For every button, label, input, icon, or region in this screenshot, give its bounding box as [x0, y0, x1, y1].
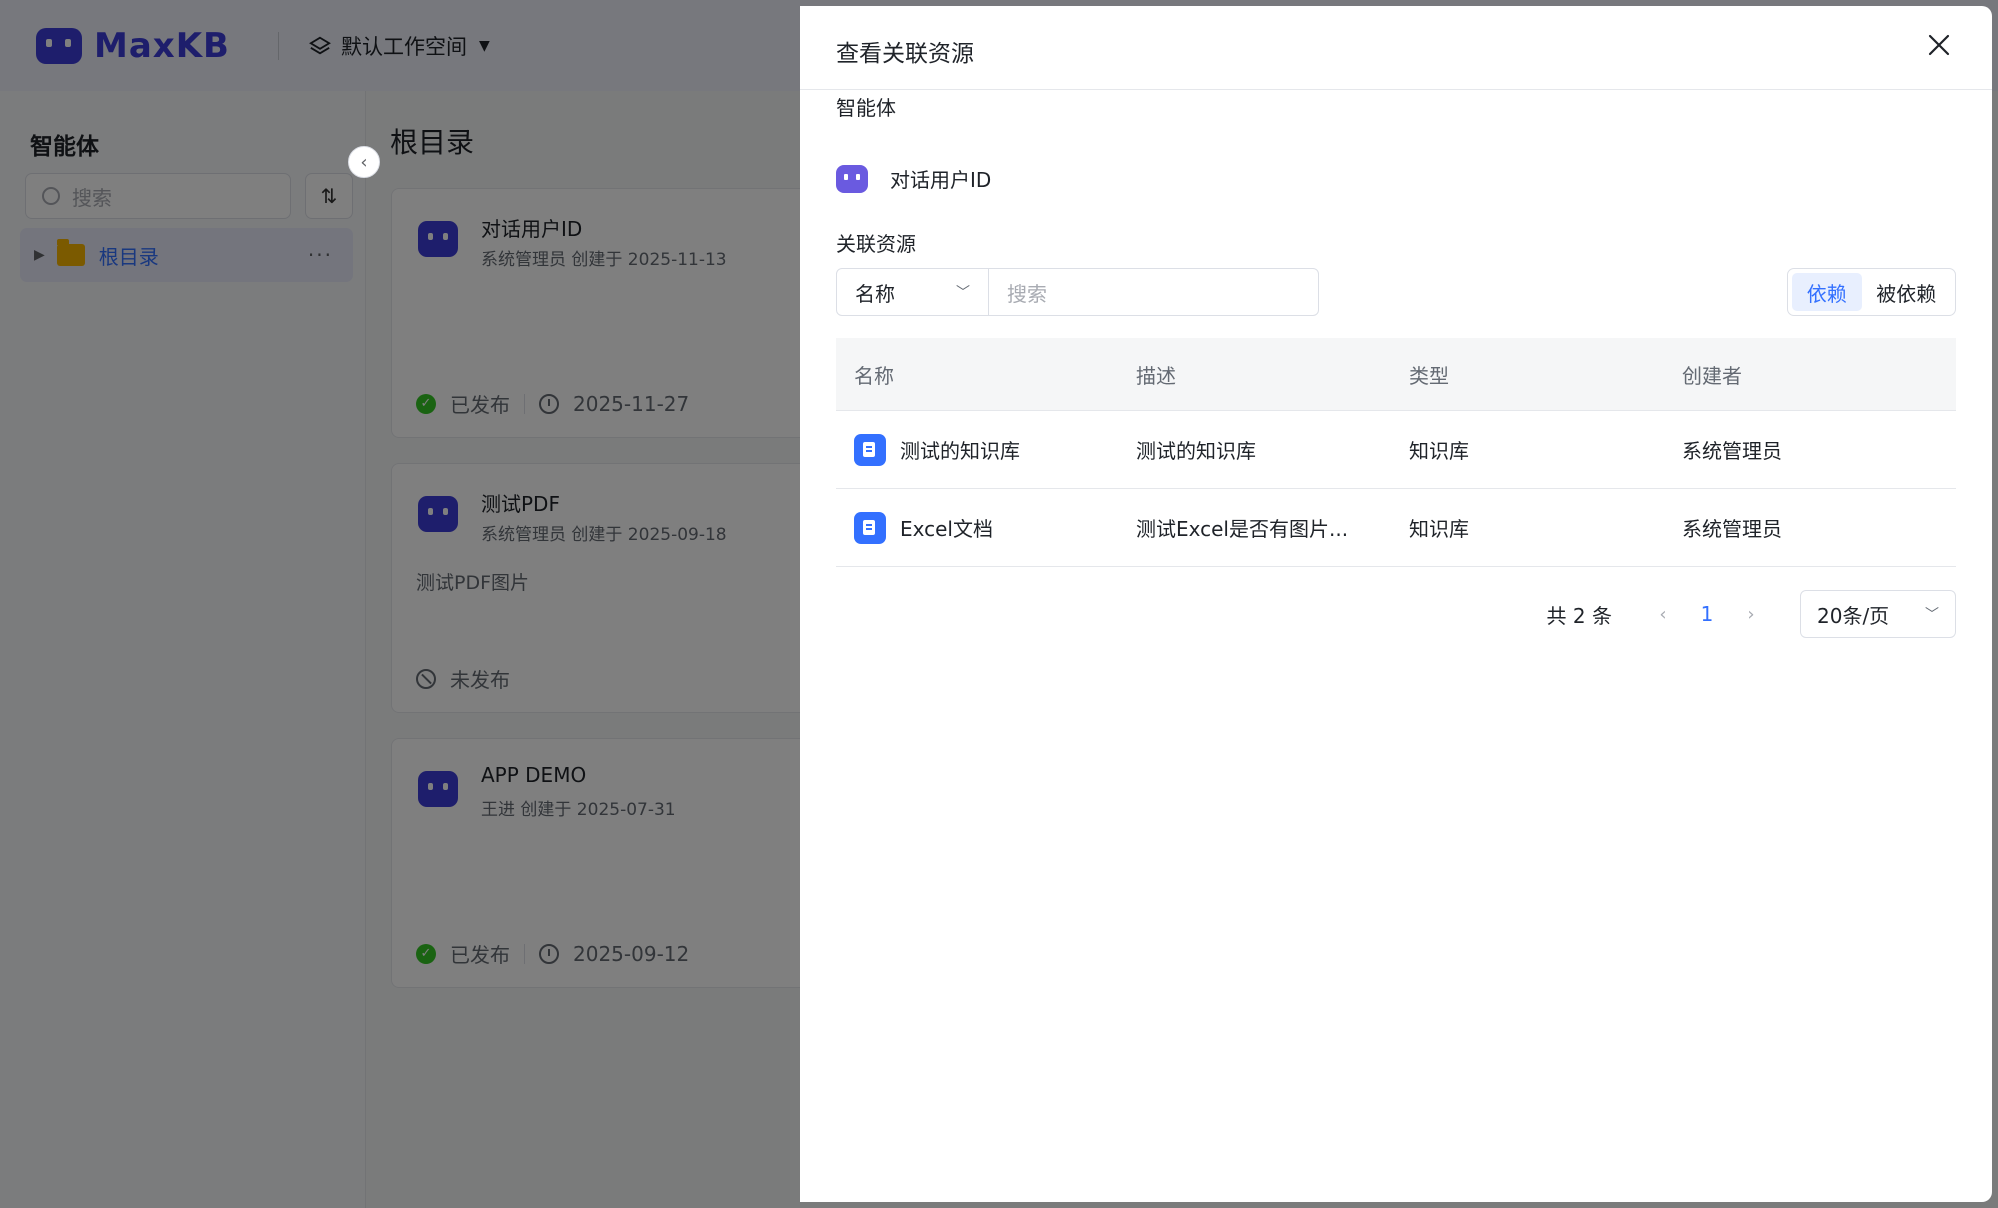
resource-search-input[interactable]: 搜索 — [989, 269, 1318, 315]
agent-section-label: 智能体 — [836, 96, 896, 120]
page-size-value: 20条/页 — [1817, 603, 1890, 628]
chevron-down-icon: ﹀ — [956, 285, 970, 301]
close-icon — [1928, 34, 1950, 56]
tab-depends[interactable]: 依赖 — [1792, 273, 1862, 311]
filter-field-select[interactable]: 名称 ﹀ — [837, 269, 989, 315]
knowledge-base-icon — [854, 511, 886, 544]
row-type: 知识库 — [1409, 439, 1469, 463]
agent-row: 对话用户ID — [836, 164, 991, 193]
chevron-left-icon: ‹ — [360, 151, 368, 173]
row-name: 测试的知识库 — [900, 439, 1020, 463]
row-description: 测试的知识库 — [1136, 439, 1256, 463]
prev-page-button[interactable]: ‹ — [1648, 604, 1678, 625]
row-name-cell: Excel文档 — [836, 511, 1136, 544]
drawer-header: 查看关联资源 — [800, 6, 1992, 90]
column-header-creator: 创建者 — [1682, 363, 1742, 388]
table-row[interactable]: 测试的知识库 测试的知识库 知识库 系统管理员 — [836, 411, 1956, 489]
page-size-select[interactable]: 20条/页 ﹀ — [1800, 590, 1956, 638]
tab-depended-by[interactable]: 被依赖 — [1862, 273, 1951, 311]
agent-name: 对话用户ID — [890, 168, 992, 192]
page-number-current[interactable]: 1 — [1690, 602, 1724, 626]
resource-filter: 名称 ﹀ 搜索 — [836, 268, 1319, 316]
column-header-description: 描述 — [1136, 363, 1176, 388]
pagination: 共 2 条 ‹ 1 › 20条/页 ﹀ — [1547, 590, 1956, 638]
drawer-title: 查看关联资源 — [836, 41, 974, 67]
table-row[interactable]: Excel文档 测试Excel是否有图片... 知识库 系统管理员 — [836, 489, 1956, 567]
total-count: 共 2 条 — [1546, 603, 1612, 628]
related-resources-drawer: 查看关联资源 智能体 对话用户ID 关联资源 名称 ﹀ 搜索 依赖 被依赖 名称… — [800, 6, 1992, 1202]
row-name-cell: 测试的知识库 — [836, 433, 1136, 466]
table-header: 名称 描述 类型 创建者 — [836, 338, 1956, 411]
row-type: 知识库 — [1409, 517, 1469, 541]
column-header-name: 名称 — [854, 363, 894, 388]
close-button[interactable] — [1922, 28, 1956, 62]
row-description: 测试Excel是否有图片... — [1136, 517, 1349, 541]
resources-section-label: 关联资源 — [836, 232, 916, 256]
row-name: Excel文档 — [900, 517, 993, 541]
collapse-sidebar-button[interactable]: ‹ — [348, 146, 380, 178]
next-page-button[interactable]: › — [1736, 604, 1766, 625]
filter-field-value: 名称 — [855, 281, 895, 306]
agent-avatar-icon — [836, 164, 868, 193]
chevron-down-icon: ﹀ — [1925, 607, 1939, 623]
resource-search-placeholder: 搜索 — [1007, 281, 1047, 306]
dependency-toggle: 依赖 被依赖 — [1787, 268, 1956, 316]
knowledge-base-icon — [854, 433, 886, 466]
row-creator: 系统管理员 — [1682, 517, 1782, 541]
row-creator: 系统管理员 — [1682, 439, 1782, 463]
column-header-type: 类型 — [1409, 363, 1449, 388]
resources-table: 名称 描述 类型 创建者 测试的知识库 测试的知识库 知识库 系统管理员 Exc… — [836, 338, 1956, 567]
